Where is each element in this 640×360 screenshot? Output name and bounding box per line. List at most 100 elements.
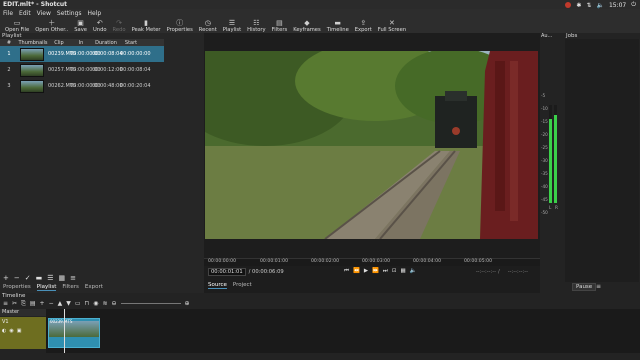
recent-button[interactable]: ◷ Recent — [196, 17, 220, 34]
network-icon[interactable]: ⇅ — [586, 2, 591, 9]
rewind-icon[interactable]: ⏪ — [353, 268, 360, 275]
grid-icon[interactable]: ▦ — [400, 268, 405, 275]
volume-icon[interactable]: 🔈 — [410, 268, 417, 275]
zoom-in-icon[interactable]: ⊕ — [185, 300, 190, 307]
track-label: V1 — [2, 319, 9, 325]
viewer-ruler[interactable]: 00:00:00:00 00:00:01:00 00:00:02:00 00:0… — [204, 258, 540, 266]
keyframes-icon: ◆ — [304, 19, 310, 27]
hide-icon[interactable]: ◉ — [9, 328, 13, 334]
master-track-header[interactable]: Master — [0, 309, 46, 316]
in-point[interactable]: --:--:--:-- — [476, 269, 496, 275]
meter-left-label: L — [549, 205, 552, 210]
menu-help[interactable]: Help — [88, 10, 102, 17]
bluetooth-icon[interactable]: ✱ — [576, 2, 581, 9]
video-frame-image — [205, 51, 538, 239]
mute-icon[interactable]: ◐ — [2, 328, 6, 334]
tab-source[interactable]: Source — [208, 282, 227, 289]
timeline-button[interactable]: ▬ Timeline — [324, 17, 352, 34]
timeline-toolbar: ≡ ✂ ⎘ ▤ + − ▲ ▼ ▭ ⊓ ◉ ≋ ⊖ ⊕ — [0, 299, 640, 308]
menu-settings[interactable]: Settings — [57, 10, 82, 17]
lift-icon[interactable]: ▲ — [58, 300, 63, 307]
filters-icon: ▤ — [276, 19, 283, 27]
redo-button[interactable]: ↷ Redo — [110, 17, 129, 34]
open-other-button[interactable]: ＋ Open Other.. — [32, 17, 71, 34]
volume-icon[interactable]: 🔈 — [596, 2, 603, 9]
clock[interactable]: 15:07 — [609, 2, 626, 9]
list-view-icon[interactable]: ☰ — [47, 274, 53, 282]
ripple-icon[interactable]: ≋ — [102, 300, 107, 307]
power-icon[interactable]: ⏻ — [631, 1, 636, 9]
add-icon[interactable]: + — [3, 274, 9, 282]
col-number[interactable]: # — [0, 40, 18, 46]
copy-icon[interactable]: ⎘ — [21, 300, 26, 308]
paste-icon[interactable]: ▤ — [30, 300, 36, 307]
menu-bar: File Edit View Settings Help — [0, 9, 640, 17]
viewer-tabs: Source Project — [208, 282, 252, 289]
menu-icon[interactable]: ≡ — [70, 274, 76, 282]
zoom-slider[interactable] — [120, 303, 181, 304]
redo-icon: ↷ — [116, 19, 122, 27]
filters-button[interactable]: ▤ Filters — [269, 17, 291, 34]
menu-file[interactable]: File — [3, 10, 13, 17]
append-icon[interactable]: + — [40, 300, 45, 307]
save-button[interactable]: ▣ Save — [71, 17, 90, 34]
col-start[interactable]: Start — [120, 40, 142, 46]
peak-meter-button[interactable]: ▮ Peak Meter — [129, 17, 164, 34]
tab-project[interactable]: Project — [233, 282, 252, 289]
v1-track-header[interactable]: V1 ◐ ◉ ▣ — [0, 317, 46, 349]
playlist-controls: + − ✓ ▬ ☰ ▦ ≡ — [0, 274, 204, 282]
col-in[interactable]: In — [70, 40, 92, 46]
scrub-icon[interactable]: ◉ — [93, 300, 98, 307]
transport-controls: ⏮ ⏪ ▶ ⏩ ⏭ ⊡ ▦ 🔈 — [344, 268, 417, 275]
save-icon: ▣ — [77, 19, 84, 27]
out-point[interactable]: --:--:--:-- — [508, 269, 528, 275]
clock-icon: ◷ — [204, 19, 211, 27]
export-button[interactable]: ⇪ Export — [352, 17, 375, 34]
remove-icon[interactable]: − — [14, 274, 20, 282]
overwrite-icon[interactable]: ▼ — [66, 300, 71, 307]
video-frame[interactable] — [205, 51, 538, 239]
jobs-panel: Jobs Pause ≡ — [564, 33, 640, 293]
undo-button[interactable]: ↶ Undo — [90, 17, 110, 34]
keyframes-button[interactable]: ◆ Keyframes — [290, 17, 324, 34]
zoom-out-icon[interactable]: ⊖ — [112, 300, 117, 307]
table-row[interactable]: 3 00262.MTS 00:00:00:00 00:00:48:00 00:0… — [0, 78, 164, 94]
skip-previous-icon[interactable]: ⏮ — [344, 268, 349, 275]
play-icon[interactable]: ▶ — [364, 268, 368, 275]
open-file-button[interactable]: ▭ Open File — [2, 17, 32, 34]
history-button[interactable]: ☷ History — [244, 17, 268, 34]
remove-icon[interactable]: − — [49, 300, 54, 307]
split-icon[interactable]: ▭ — [75, 300, 81, 307]
menu-icon[interactable]: ≡ — [3, 300, 8, 307]
fast-forward-icon[interactable]: ⏩ — [372, 268, 379, 275]
toggle-zoom-icon[interactable]: ⊡ — [392, 268, 397, 275]
timeline-clip[interactable]: 00239.MTS — [48, 318, 100, 348]
tab-properties[interactable]: Properties — [3, 284, 31, 290]
tab-export[interactable]: Export — [85, 284, 103, 290]
lock-icon[interactable]: ▣ — [17, 328, 22, 334]
position-timecode[interactable]: 00:00:01:01 — [208, 267, 246, 276]
timeline-tracks[interactable]: 00239.MTS — [46, 309, 640, 353]
grid-view-icon[interactable]: ▦ — [59, 274, 66, 282]
playhead[interactable] — [64, 309, 65, 353]
table-row[interactable]: 1 00239.MTS 00:00:00:00 00:00:08:04 00:0… — [0, 46, 164, 62]
jobs-menu-button[interactable]: ≡ — [596, 283, 601, 290]
pause-button[interactable]: Pause — [572, 283, 597, 291]
properties-button[interactable]: ⓘ Properties — [164, 17, 196, 34]
fullscreen-button[interactable]: ✕ Full Screen — [375, 17, 409, 34]
tab-playlist[interactable]: Playlist — [36, 284, 57, 291]
snap-icon[interactable]: ⊓ — [85, 300, 90, 307]
menu-edit[interactable]: Edit — [19, 10, 31, 17]
col-thumbnails[interactable]: Thumbnails — [18, 40, 48, 46]
col-duration[interactable]: Duration — [92, 40, 120, 46]
insert-icon[interactable]: ▬ — [36, 274, 43, 282]
update-icon[interactable]: ✓ — [25, 274, 31, 282]
cut-icon[interactable]: ✂ — [12, 300, 17, 307]
skip-next-icon[interactable]: ⏭ — [383, 268, 388, 275]
col-clip[interactable]: Clip — [48, 40, 70, 46]
playlist-button[interactable]: ☰ Playlist — [220, 17, 244, 34]
video-viewer: 00:00:00:00 00:00:01:00 00:00:02:00 00:0… — [204, 33, 540, 293]
menu-view[interactable]: View — [37, 10, 51, 17]
tab-filters[interactable]: Filters — [62, 284, 79, 290]
table-row[interactable]: 2 00257.MTS 00:00:00:00 00:00:12:00 00:0… — [0, 62, 164, 78]
